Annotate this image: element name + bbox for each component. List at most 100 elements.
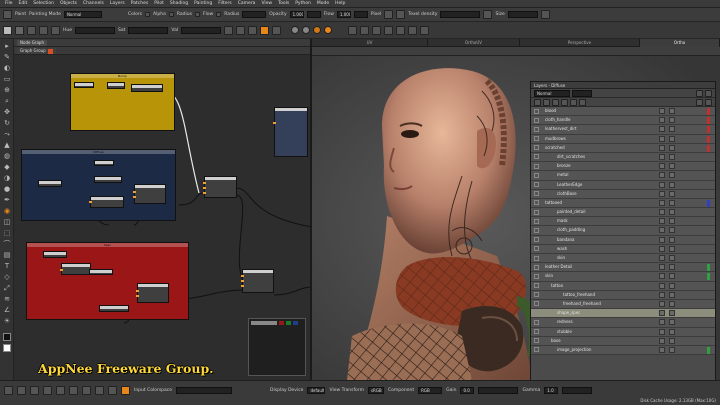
visibility-eye-icon[interactable] (534, 108, 539, 114)
menu-selection[interactable]: Selection (30, 1, 57, 6)
background-swatch-left[interactable] (3, 344, 11, 352)
layer-row[interactable]: mask (531, 217, 715, 227)
menu-patches[interactable]: Patches (128, 1, 151, 6)
mask-icon[interactable] (272, 25, 282, 35)
menu-painting[interactable]: Painting (191, 1, 215, 6)
paint-through-icon[interactable] (260, 25, 270, 35)
menu-python[interactable]: Python (292, 1, 314, 6)
dodge-tool-icon[interactable]: ◑ (3, 174, 11, 182)
layer-row[interactable]: tattooed (531, 198, 715, 209)
tab-ortho[interactable]: Ortho (640, 39, 720, 47)
layer-lock-toggle[interactable] (659, 126, 665, 133)
visibility-eye-icon[interactable] (534, 154, 539, 160)
snap-icon[interactable] (56, 385, 65, 395)
layer-row[interactable]: mudbrows (531, 134, 715, 144)
frame-icon[interactable] (43, 385, 52, 395)
background-color-swatch[interactable] (15, 25, 24, 35)
layer-opacity-field[interactable] (572, 89, 592, 97)
layer-row[interactable]: cloth_padding (531, 226, 715, 236)
yellow-node-2[interactable] (107, 82, 125, 89)
visibility-eye-icon[interactable] (534, 292, 539, 298)
swap-colors-icon[interactable] (27, 25, 36, 35)
flow-field[interactable]: 1.000 (336, 11, 351, 18)
component-select[interactable]: RGB (418, 386, 443, 394)
layer-lock-toggle[interactable] (659, 181, 665, 188)
redo-icon[interactable] (17, 385, 26, 395)
layer-lock-toggle[interactable] (659, 218, 665, 225)
layer-options-icon[interactable] (705, 98, 712, 106)
blue-node-2[interactable] (94, 160, 114, 166)
shader-ball-light[interactable] (302, 26, 311, 34)
hue-slider[interactable] (75, 26, 116, 34)
layer-lock-toggle[interactable] (659, 153, 665, 160)
shader-ball-gray[interactable] (291, 26, 300, 34)
layer-row[interactable]: tattoo_freehand (531, 290, 715, 300)
radius-field[interactable] (242, 11, 267, 18)
sharpen-tool-icon[interactable]: ◆ (3, 163, 11, 171)
adjustment-layer-icon[interactable] (561, 98, 568, 106)
layer-row[interactable]: metal (531, 171, 715, 181)
shader-ball-active[interactable] (324, 26, 333, 34)
layer-lock-toggle[interactable] (659, 346, 665, 353)
visibility-eye-icon[interactable] (534, 136, 539, 142)
marquee-tool-icon[interactable]: ⬚ (3, 229, 11, 237)
layer-lock-toggle[interactable] (659, 300, 665, 307)
grid-icon[interactable] (69, 385, 78, 395)
menu-help[interactable]: Help (332, 1, 348, 6)
texel-density-field[interactable] (440, 11, 481, 18)
undo-icon[interactable] (4, 385, 13, 395)
red-node-1[interactable] (43, 251, 67, 258)
visibility-eye-icon[interactable] (534, 319, 539, 325)
layer-row[interactable]: scratched (531, 143, 715, 153)
red-node-3[interactable] (89, 269, 113, 275)
layer-row[interactable]: stubble (531, 327, 715, 337)
add-layer-icon[interactable] (534, 98, 541, 106)
clone-tool-icon[interactable]: ⊕ (3, 86, 11, 94)
lock-icon[interactable] (483, 10, 493, 19)
transform-tool-icon[interactable]: ⤢ (3, 284, 11, 292)
layer-row[interactable]: skin (531, 254, 715, 264)
layer-lock-toggle[interactable] (659, 117, 665, 124)
layer-menu-icon[interactable] (705, 89, 712, 97)
burn-tool-icon[interactable]: ● (3, 185, 11, 193)
visibility-eye-icon[interactable] (534, 182, 539, 187)
size-field[interactable] (507, 11, 538, 18)
toggle-a-icon[interactable] (348, 25, 358, 35)
select-tool-icon[interactable]: ▸ (3, 42, 11, 50)
measure-tool-icon[interactable]: ∠ (3, 306, 11, 314)
blue-node-1[interactable] (38, 180, 62, 187)
toggle-e-icon[interactable] (396, 25, 406, 35)
layer-row[interactable]: wash (531, 244, 715, 254)
val-slider[interactable] (181, 26, 222, 34)
blue-merge-node[interactable] (133, 184, 166, 204)
red-node-4[interactable] (99, 305, 129, 312)
warp-tool-icon[interactable]: ≋ (3, 295, 11, 303)
graph-group-chip[interactable]: Graph Group (17, 48, 56, 54)
layer-row[interactable]: blood (531, 107, 715, 117)
colors-checkbox[interactable] (145, 12, 151, 17)
visibility-eye-icon[interactable] (534, 264, 539, 270)
light-tool-icon[interactable]: ☀ (3, 317, 11, 325)
yellow-node-3[interactable] (131, 84, 163, 92)
fill-tool-icon[interactable]: ▲ (3, 141, 11, 149)
layer-row[interactable]: LeatherEdge (531, 180, 715, 190)
menu-pilot[interactable]: Pilot (151, 1, 167, 6)
layer-row[interactable]: bandana (531, 235, 715, 245)
blue-group[interactable]: Diffuse (21, 149, 176, 221)
blue-node-4[interactable] (89, 196, 124, 208)
layer-row[interactable]: painted_detail (531, 208, 715, 218)
diffuse-merge-node[interactable] (203, 176, 237, 198)
layer-row[interactable]: bronze (531, 162, 715, 172)
move-tool-icon[interactable]: ✥ (3, 108, 11, 116)
delete-layer-icon[interactable] (696, 98, 703, 106)
layer-lock-toggle[interactable] (659, 163, 665, 170)
layer-lock-toggle[interactable] (659, 172, 665, 179)
stencil-icon[interactable] (236, 25, 246, 35)
display-device-select[interactable]: default (307, 386, 326, 394)
paint-tool-icon[interactable] (3, 10, 12, 19)
visibility-eye-icon[interactable] (534, 172, 539, 178)
alpha-checkbox[interactable] (168, 12, 174, 17)
input-colorspace-select[interactable] (176, 386, 233, 394)
layer-row[interactable]: skin (531, 272, 715, 282)
opacity-slider[interactable] (306, 11, 321, 18)
